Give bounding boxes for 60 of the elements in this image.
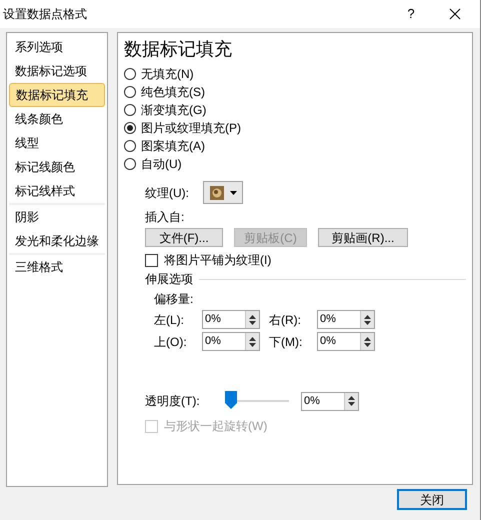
radio-label: 自动(U) [141, 156, 182, 173]
texture-dropdown[interactable] [203, 181, 243, 204]
category-item[interactable]: 发光和柔化边缘 [9, 229, 105, 253]
spin-arrows-icon[interactable] [360, 333, 374, 350]
spin-field[interactable]: 0% [317, 310, 375, 329]
checkbox-label: 将图片平铺为纹理(I) [164, 252, 272, 269]
slider-thumb[interactable] [225, 391, 237, 409]
spin-value: 0% [319, 312, 337, 327]
panel-heading: 数据标记填充 [124, 38, 233, 60]
checkbox-label: 与形状一起旋转(W) [164, 418, 268, 435]
category-item[interactable]: 数据标记填充 [9, 83, 105, 107]
spin-field[interactable]: 0% [202, 310, 260, 329]
category-item[interactable]: 线型 [9, 131, 105, 155]
checkbox[interactable] [145, 254, 158, 266]
spin-value: 0% [204, 312, 222, 327]
help-button[interactable]: ? [396, 4, 426, 24]
insert-button[interactable]: 剪贴画(R)... [318, 228, 408, 247]
dropdown-arrow-icon [230, 190, 236, 194]
category-item[interactable]: 数据标记选项 [9, 59, 105, 83]
category-item[interactable]: 阴影 [9, 205, 105, 229]
transparency-label: 透明度(T): [145, 393, 201, 410]
close-button[interactable]: 关闭 [397, 489, 467, 510]
radio-button[interactable] [124, 122, 136, 134]
spin-value: 0% [303, 394, 321, 408]
radio-label: 图片或纹理填充(P) [141, 120, 241, 137]
spin-field[interactable]: 0% [301, 392, 359, 410]
spin-arrows-icon[interactable] [360, 311, 374, 328]
category-item[interactable]: 标记线颜色 [9, 155, 105, 179]
texture-label: 纹理(U): [145, 184, 189, 202]
radio-button[interactable] [124, 158, 136, 170]
offset-label: 偏移量: [153, 291, 194, 308]
offset-label: 下(M): [269, 334, 304, 350]
category-item[interactable]: 三维格式 [9, 255, 105, 279]
category-item[interactable]: 系列选项 [9, 35, 105, 59]
spin-field[interactable]: 0% [317, 332, 375, 351]
transparency-slider[interactable] [225, 390, 289, 412]
radio-button[interactable] [124, 68, 136, 80]
radio-button[interactable] [124, 104, 136, 116]
offset-label: 右(R): [269, 312, 302, 328]
offset-label: 上(O): [154, 334, 188, 350]
spin-arrows-icon[interactable] [245, 311, 259, 328]
radio-label: 无填充(N) [141, 66, 194, 83]
spin-arrows-icon[interactable] [245, 333, 259, 350]
insert-button[interactable]: 文件(F)... [145, 228, 223, 247]
spin-value: 0% [319, 334, 337, 349]
insert-from-label: 插入自: [144, 209, 186, 226]
offset-label: 左(L): [154, 312, 185, 328]
section-title: 伸展选项 [145, 271, 193, 288]
window-title: 设置数据点格式 [3, 6, 88, 23]
radio-label: 纯色填充(S) [141, 84, 205, 101]
category-item[interactable]: 线条颜色 [9, 107, 105, 131]
radio-button[interactable] [124, 86, 136, 98]
spin-arrows-icon[interactable] [344, 392, 358, 410]
radio-label: 渐变填充(G) [141, 102, 206, 119]
spin-field[interactable]: 0% [202, 332, 260, 351]
spin-value: 0% [204, 334, 222, 349]
category-item[interactable]: 标记线样式 [9, 179, 105, 203]
texture-swatch-icon [210, 186, 224, 200]
radio-label: 图案填充(A) [141, 138, 205, 155]
radio-button[interactable] [124, 140, 136, 152]
